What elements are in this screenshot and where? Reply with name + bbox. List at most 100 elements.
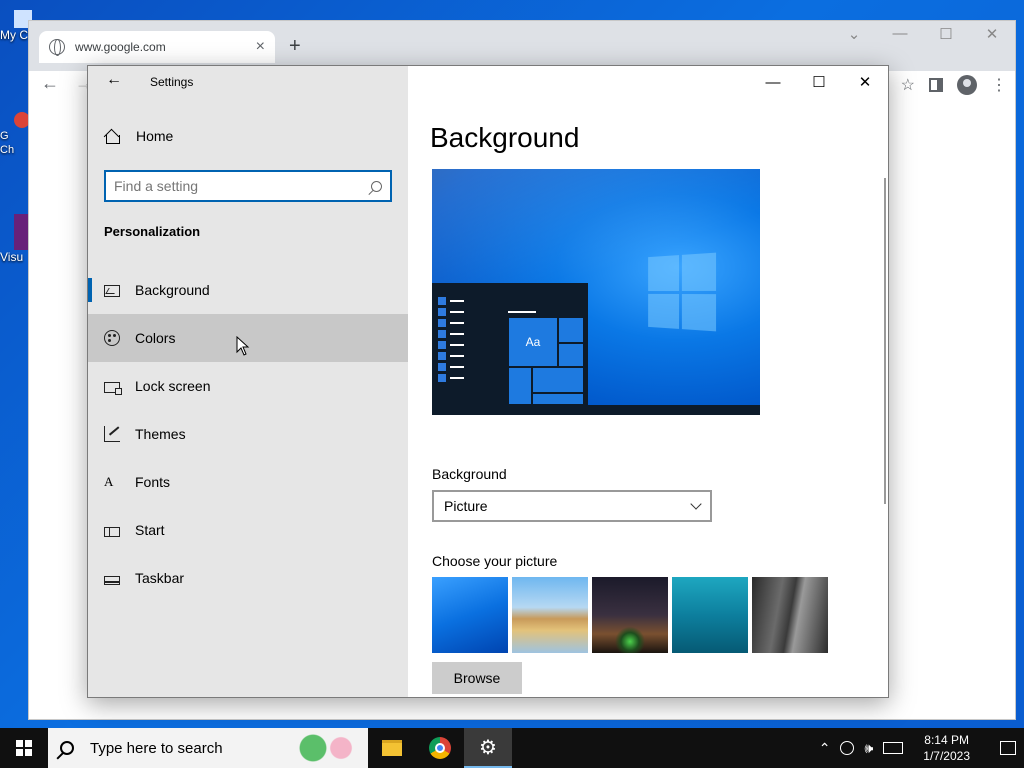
network-icon[interactable] bbox=[840, 741, 855, 755]
home-label: Home bbox=[136, 128, 174, 144]
taskbar-search-text: Type here to search bbox=[90, 739, 223, 757]
chevron-down-icon bbox=[690, 498, 702, 510]
browser-maximize-button[interactable]: ☐ bbox=[923, 25, 969, 43]
gear-icon: ⚙ bbox=[479, 736, 497, 759]
desktop-icon-visual-studio[interactable]: Visu bbox=[0, 214, 30, 264]
settings-window-controls: — ☐ ✕ bbox=[750, 66, 888, 98]
sidebar-item-label: Background bbox=[135, 282, 210, 298]
sidebar-item-taskbar[interactable]: Taskbar bbox=[88, 554, 408, 602]
folder-icon bbox=[382, 740, 402, 756]
volume-icon[interactable]: 🕪 bbox=[864, 740, 873, 757]
picture-thumbnail[interactable] bbox=[752, 577, 828, 653]
menu-dots-icon[interactable]: ⋮ bbox=[991, 75, 1007, 95]
sidebar-item-label: Themes bbox=[135, 426, 186, 442]
browser-close-button[interactable]: ✕ bbox=[969, 25, 1015, 43]
background-field-label: Background bbox=[432, 466, 507, 482]
personalization-nav: Background Colors Lock screen Themes A F… bbox=[88, 266, 408, 602]
settings-sidebar: ← Settings Home Personalization Backgrou… bbox=[88, 66, 408, 697]
tab-search-button[interactable]: ⌄ bbox=[831, 25, 877, 43]
sidebar-item-lock-screen[interactable]: Lock screen bbox=[88, 362, 408, 410]
windows-logo-icon bbox=[648, 252, 717, 332]
home-icon bbox=[104, 129, 120, 144]
taskbar-search[interactable]: Type here to search bbox=[48, 728, 368, 768]
search-icon bbox=[60, 741, 74, 755]
search-icon bbox=[371, 180, 382, 192]
sidebar-item-start[interactable]: Start bbox=[88, 506, 408, 554]
tab-close-button[interactable]: × bbox=[256, 38, 265, 56]
new-tab-button[interactable]: + bbox=[289, 35, 301, 58]
close-button[interactable]: ✕ bbox=[842, 66, 888, 98]
mouse-cursor-icon bbox=[236, 336, 250, 356]
browser-toolbar-icons: ☆ ⋮ bbox=[901, 75, 1007, 95]
picture-thumbnail[interactable] bbox=[512, 577, 588, 653]
dropdown-value: Picture bbox=[444, 498, 488, 514]
browser-window-controls: ⌄ — ☐ ✕ bbox=[831, 25, 1015, 43]
sidebar-item-themes[interactable]: Themes bbox=[88, 410, 408, 458]
find-setting-input[interactable] bbox=[114, 178, 371, 194]
maximize-button[interactable]: ☐ bbox=[796, 66, 842, 98]
clock-time: 8:14 PM bbox=[924, 733, 969, 747]
choose-picture-label: Choose your picture bbox=[432, 553, 558, 569]
chevron-up-icon[interactable]: ⌃ bbox=[819, 740, 831, 757]
globe-icon bbox=[49, 39, 65, 56]
clock[interactable]: 8:14 PM 1/7/2023 bbox=[913, 732, 980, 764]
sidebar-item-background[interactable]: Background bbox=[88, 266, 408, 314]
notification-center-icon[interactable] bbox=[1000, 741, 1016, 755]
picture-thumbnail[interactable] bbox=[432, 577, 508, 653]
preview-tile: Aa bbox=[508, 317, 558, 367]
find-setting-search[interactable] bbox=[104, 170, 392, 202]
sidebar-item-fonts[interactable]: A Fonts bbox=[88, 458, 408, 506]
sidebar-item-label: Taskbar bbox=[135, 570, 185, 586]
browser-tab-bar: www.google.com × + ⌄ — ☐ ✕ bbox=[29, 21, 1015, 71]
brush-icon bbox=[104, 426, 120, 442]
page-title: Background bbox=[430, 122, 580, 153]
sidebar-item-label: Start bbox=[135, 522, 165, 538]
background-preview: Aa bbox=[432, 169, 760, 415]
windows-start-icon bbox=[16, 740, 32, 756]
taskbar-chrome[interactable] bbox=[416, 728, 464, 768]
clock-date: 1/7/2023 bbox=[923, 749, 970, 763]
side-panel-icon[interactable] bbox=[929, 78, 943, 92]
desktop-icon-my-computer[interactable]: My C bbox=[0, 10, 32, 42]
browser-minimize-button[interactable]: — bbox=[877, 25, 923, 43]
browser-tab[interactable]: www.google.com × bbox=[39, 31, 275, 63]
home-link[interactable]: Home bbox=[104, 128, 173, 144]
sidebar-item-label: Colors bbox=[135, 330, 176, 346]
settings-content: — ☐ ✕ Background Aa Background Picture C… bbox=[408, 66, 888, 697]
keyboard-icon[interactable] bbox=[883, 742, 904, 754]
picture-thumbnails bbox=[432, 577, 828, 653]
sidebar-item-label: Lock screen bbox=[135, 378, 211, 394]
lock-screen-icon bbox=[104, 382, 122, 395]
back-arrow-icon[interactable]: ← bbox=[41, 73, 59, 94]
taskbar-icon bbox=[104, 575, 120, 585]
chrome-icon bbox=[429, 737, 451, 759]
section-title: Personalization bbox=[104, 224, 201, 239]
background-type-dropdown[interactable]: Picture bbox=[432, 490, 712, 522]
desktop-icon-label: G Ch bbox=[0, 130, 15, 156]
browse-button[interactable]: Browse bbox=[432, 662, 522, 694]
picture-icon bbox=[104, 285, 120, 297]
settings-window-title: Settings bbox=[150, 75, 194, 89]
preview-start-menu: Aa bbox=[432, 283, 588, 407]
settings-window: ← Settings Home Personalization Backgrou… bbox=[87, 65, 889, 698]
start-button[interactable] bbox=[0, 728, 48, 768]
bookmark-star-icon[interactable]: ☆ bbox=[901, 75, 915, 95]
system-tray: ⌃ 🕪 8:14 PM 1/7/2023 bbox=[819, 732, 1024, 764]
font-icon: A bbox=[104, 474, 114, 489]
visual-studio-icon bbox=[14, 214, 28, 250]
start-icon bbox=[104, 526, 120, 537]
search-highlight-image bbox=[292, 732, 362, 764]
picture-thumbnail[interactable] bbox=[672, 577, 748, 653]
tab-title: www.google.com bbox=[75, 40, 166, 54]
taskbar-settings[interactable]: ⚙ bbox=[464, 728, 512, 768]
taskbar: Type here to search ⚙ ⌃ 🕪 8:14 PM 1/7/20… bbox=[0, 728, 1024, 768]
picture-thumbnail[interactable] bbox=[592, 577, 668, 653]
sidebar-item-label: Fonts bbox=[135, 474, 171, 490]
desktop-icon-label: Visu bbox=[0, 250, 24, 264]
desktop-icon-chrome[interactable]: G Ch bbox=[0, 112, 30, 156]
back-arrow-icon[interactable]: ← bbox=[106, 71, 122, 89]
scrollbar[interactable] bbox=[884, 178, 886, 504]
profile-avatar-icon[interactable] bbox=[957, 75, 977, 95]
taskbar-file-explorer[interactable] bbox=[368, 728, 416, 768]
minimize-button[interactable]: — bbox=[750, 66, 796, 98]
